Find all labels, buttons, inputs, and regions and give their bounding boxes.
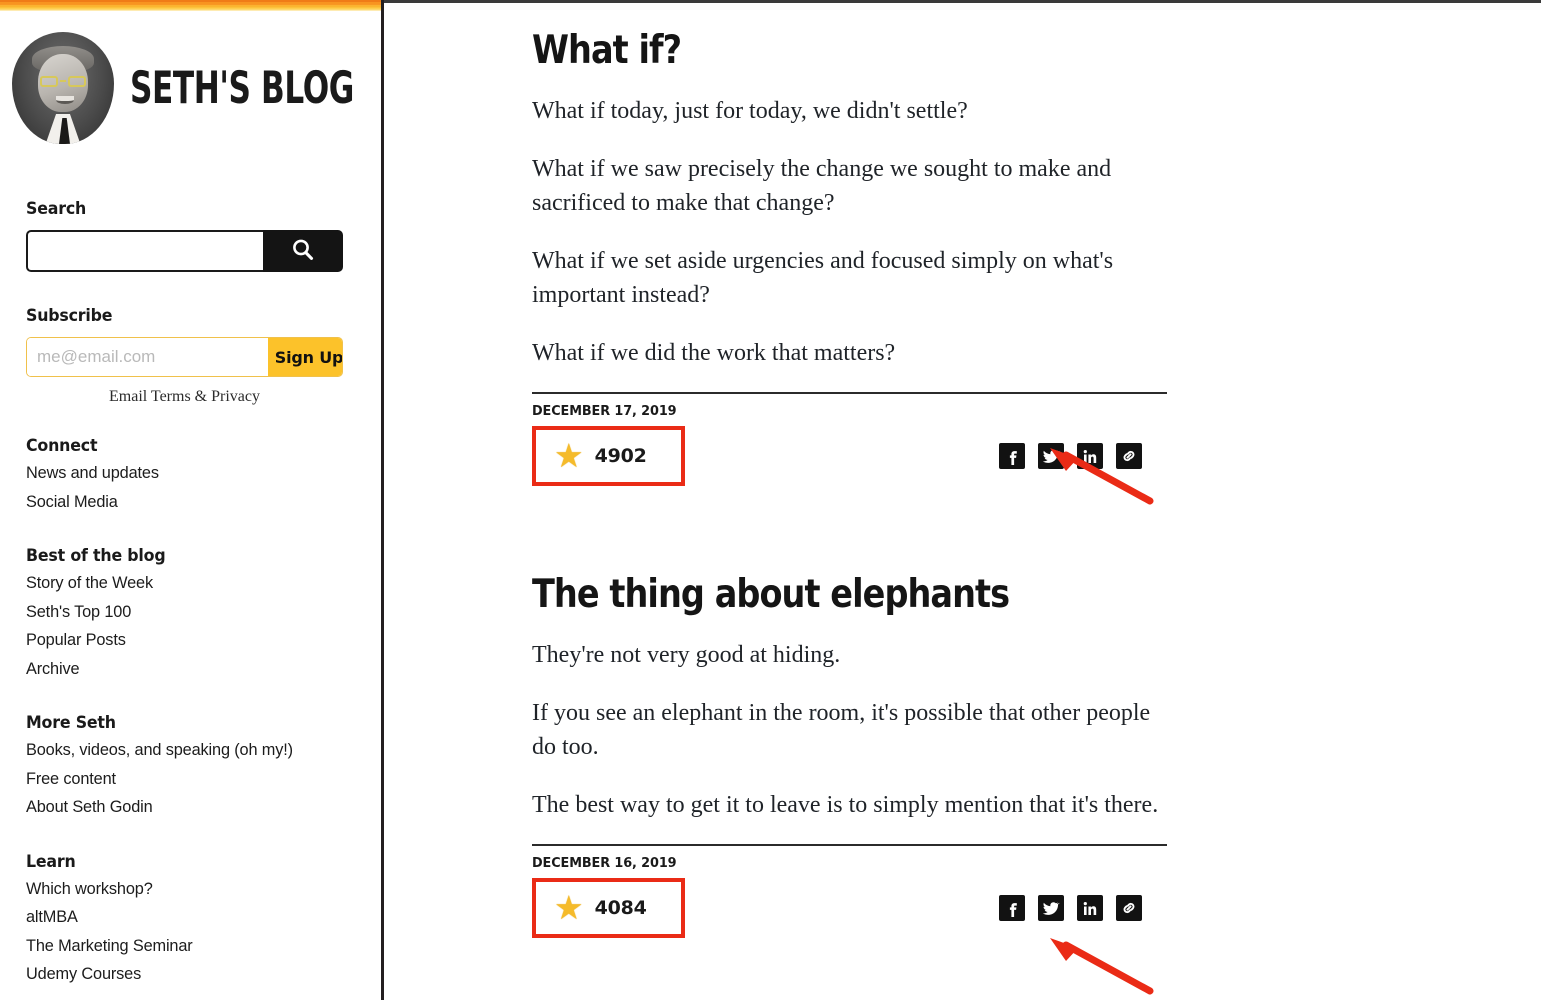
main-content: What if? What if today, just for today, … xyxy=(384,0,1541,1000)
post-title[interactable]: The thing about elephants xyxy=(532,573,1078,616)
twitter-icon[interactable] xyxy=(1038,443,1064,470)
twitter-icon[interactable] xyxy=(1038,895,1064,922)
post-date: DECEMBER 17, 2019 xyxy=(532,403,677,420)
sidebar-item-archive[interactable]: Archive xyxy=(26,655,342,684)
share-row xyxy=(999,895,1142,922)
post-paragraph: What if we set aside urgencies and focus… xyxy=(532,248,1114,309)
blog-post: What if? What if today, just for today, … xyxy=(532,29,1167,487)
nav-group-best-of-the-blog: Best of the blog Story of the Week Seth'… xyxy=(26,546,355,683)
sidebar-nav: Connect News and updates Social Media Be… xyxy=(0,436,381,989)
nav-group-connect: Connect News and updates Social Media xyxy=(26,436,355,516)
sidebar-item-altmba[interactable]: altMBA xyxy=(26,903,342,932)
star-count: 4902 xyxy=(594,445,647,468)
sidebar-item-social-media[interactable]: Social Media xyxy=(26,488,342,517)
top-accent-bar xyxy=(0,0,381,11)
post-paragraph: They're not very good at hiding. xyxy=(532,642,841,669)
subscribe-block: Subscribe Sign Up Email Terms & Privacy xyxy=(0,306,381,406)
search-label: Search xyxy=(26,199,87,219)
link-icon[interactable] xyxy=(1116,895,1142,922)
post-paragraph: What if we saw precisely the change we s… xyxy=(532,156,1112,217)
post-paragraph: The best way to get it to leave is to si… xyxy=(532,792,1159,819)
email-terms-link[interactable]: Email Terms & Privacy xyxy=(26,388,343,406)
star-count: 4084 xyxy=(594,897,647,920)
nav-heading-best-of-the-blog: Best of the blog xyxy=(26,546,166,566)
search-button[interactable] xyxy=(263,230,343,272)
facebook-icon[interactable] xyxy=(999,895,1025,922)
search-icon xyxy=(289,236,317,267)
sidebar: SETH'S BLOG Search Subscribe me@email.co… xyxy=(0,0,384,1000)
nav-group-learn: Learn Which workshop? altMBA The Marketi… xyxy=(26,852,355,989)
sidebar-item-popular-posts[interactable]: Popular Posts xyxy=(26,626,342,655)
facebook-icon[interactable] xyxy=(999,443,1025,470)
post-paragraph: What if today, just for today, we didn't… xyxy=(532,98,968,125)
star-icon: ★ xyxy=(554,437,584,475)
post-footer: ★ 4084 xyxy=(532,878,1167,939)
sidebar-item-story-of-the-week[interactable]: Story of the Week xyxy=(26,569,342,598)
arrow-to-star-count-2 xyxy=(1050,938,1154,995)
post-paragraph: If you see an elephant in the room, it's… xyxy=(532,700,1151,761)
sign-up-button[interactable]: Sign Up xyxy=(268,338,342,376)
sidebar-item-seths-top-100[interactable]: Seth's Top 100 xyxy=(26,598,342,627)
share-row xyxy=(999,443,1142,470)
page-title: SETH'S BLOG xyxy=(130,62,354,114)
sidebar-item-books-videos-speaking[interactable]: Books, videos, and speaking (oh my!) xyxy=(26,736,342,765)
nav-group-more-seth: More Seth Books, videos, and speaking (o… xyxy=(26,713,355,822)
blog-page: SETH'S BLOG Search Subscribe me@email.co… xyxy=(0,0,1541,1000)
sidebar-item-news-and-updates[interactable]: News and updates xyxy=(26,459,342,488)
brand-header[interactable]: SETH'S BLOG xyxy=(0,11,381,149)
post-paragraph: What if we did the work that matters? xyxy=(532,340,896,367)
nav-heading-connect: Connect xyxy=(26,436,98,456)
sidebar-item-which-workshop[interactable]: Which workshop? xyxy=(26,875,342,904)
sidebar-item-udemy-courses[interactable]: Udemy Courses xyxy=(26,960,342,989)
subscribe-label: Subscribe xyxy=(26,306,113,326)
linkedin-icon[interactable] xyxy=(1077,895,1103,922)
post-date: DECEMBER 16, 2019 xyxy=(532,855,677,872)
sidebar-item-the-marketing-seminar[interactable]: The Marketing Seminar xyxy=(26,932,342,961)
sidebar-item-about-seth-godin[interactable]: About Seth Godin xyxy=(26,793,342,822)
linkedin-icon[interactable] xyxy=(1077,443,1103,470)
sidebar-item-free-content[interactable]: Free content xyxy=(26,765,342,794)
star-count-box[interactable]: ★ 4902 xyxy=(532,426,685,487)
nav-heading-more-seth: More Seth xyxy=(26,713,116,733)
search-block: Search xyxy=(0,199,381,272)
search-input[interactable] xyxy=(26,230,263,272)
avatar xyxy=(12,32,114,144)
post-divider xyxy=(532,392,1167,395)
post-footer: ★ 4902 xyxy=(532,426,1167,487)
star-icon: ★ xyxy=(554,889,584,927)
search-row xyxy=(26,230,343,272)
email-field[interactable] xyxy=(27,338,268,376)
post-divider xyxy=(532,844,1167,847)
star-count-box[interactable]: ★ 4084 xyxy=(532,878,685,939)
blog-post: The thing about elephants They're not ve… xyxy=(532,573,1167,939)
nav-heading-learn: Learn xyxy=(26,851,76,872)
post-title[interactable]: What if? xyxy=(532,29,1078,72)
subscribe-row: Sign Up xyxy=(26,337,343,377)
link-icon[interactable] xyxy=(1116,443,1142,470)
